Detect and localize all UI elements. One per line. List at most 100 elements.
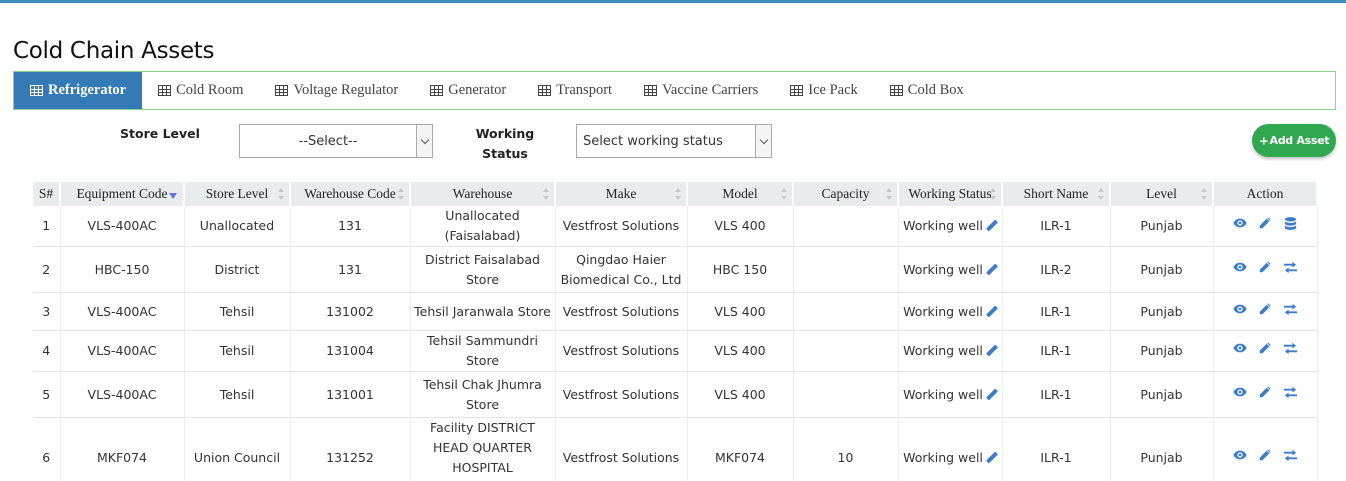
edit-status-pencil-icon[interactable] <box>985 264 997 276</box>
edit-pencil-icon[interactable] <box>1258 341 1272 355</box>
transfer-icon[interactable] <box>1283 448 1298 462</box>
transfer-icon[interactable] <box>1283 341 1298 355</box>
cell-equipment-code: HBC-150 <box>60 246 185 293</box>
col-header-warehouse-code[interactable]: Warehouse Code <box>290 182 411 206</box>
working-status-select[interactable]: Select working status <box>576 124 772 158</box>
col-header-store-level[interactable]: Store Level <box>184 182 291 206</box>
cell-store-level: Tehsil <box>184 292 291 331</box>
col-header-level[interactable]: Level <box>1110 182 1214 206</box>
tab-cold-box[interactable]: Cold Box <box>874 72 980 109</box>
row-actions <box>1233 260 1298 274</box>
working-status: Working well <box>903 260 997 280</box>
cell-equipment-code: VLS-400AC <box>60 206 185 247</box>
edit-pencil-icon[interactable] <box>1258 302 1272 316</box>
view-eye-icon[interactable] <box>1233 341 1247 355</box>
edit-pencil-icon[interactable] <box>1258 448 1272 462</box>
col-header-model[interactable]: Model <box>687 182 794 206</box>
cell-make: Vestfrost Solutions <box>555 371 688 418</box>
table-icon <box>644 85 658 96</box>
edit-pencil-icon[interactable] <box>1258 385 1272 399</box>
table-row[interactable]: 5 VLS-400AC Tehsil 131001 Tehsil Chak Jhumra… <box>33 371 1318 418</box>
cell-capacity <box>793 330 899 372</box>
header-label: Equipment Code <box>76 186 168 201</box>
col-header-warehouse[interactable]: Warehouse <box>410 182 556 206</box>
header-label: Store Level <box>205 186 269 201</box>
cell-working-status: Working well <box>898 246 1003 293</box>
cell-capacity <box>793 206 899 247</box>
working-status-text: Working well <box>903 450 983 465</box>
edit-pencil-icon[interactable] <box>1258 260 1272 274</box>
edit-status-pencil-icon[interactable] <box>985 220 997 232</box>
cell-action <box>1213 371 1318 418</box>
table-row[interactable]: 4 VLS-400AC Tehsil 131004 Tehsil Sammundri S… <box>33 330 1318 372</box>
cell-store-level: Union Council <box>184 417 291 481</box>
cell-action <box>1213 330 1318 372</box>
store-level-select[interactable]: --Select-- <box>239 124 433 158</box>
cell-action <box>1213 246 1318 293</box>
edit-status-pencil-icon[interactable] <box>985 389 997 401</box>
view-eye-icon[interactable] <box>1233 448 1247 462</box>
database-icon[interactable] <box>1283 216 1297 230</box>
edit-status-pencil-icon[interactable] <box>985 306 997 318</box>
tab-cold-room[interactable]: Cold Room <box>142 72 259 109</box>
tab-refrigerator[interactable]: Refrigerator <box>14 72 143 109</box>
cell-warehouse-code: 131004 <box>290 330 411 372</box>
col-header-short-name[interactable]: Short Name <box>1002 182 1111 206</box>
col-header-capacity[interactable]: Capacity <box>793 182 899 206</box>
table-row[interactable]: 3 VLS-400AC Tehsil 131002 Tehsil Jaranwala S… <box>33 292 1318 331</box>
asset-tabs: Refrigerator Cold Room Voltage Regulator… <box>13 71 1336 110</box>
table-row[interactable]: 2 HBC-150 District 131 District Faisalabad S… <box>33 246 1318 293</box>
table-icon <box>158 85 172 96</box>
tab-ice-pack[interactable]: Ice Pack <box>774 72 874 109</box>
edit-pencil-icon[interactable] <box>1258 216 1272 230</box>
sort-icon <box>990 188 996 200</box>
cell-action <box>1213 417 1318 481</box>
cell-capacity <box>793 371 899 418</box>
tab-vaccine-carriers[interactable]: Vaccine Carriers <box>628 72 774 109</box>
cell-make: Vestfrost Solutions <box>555 330 688 372</box>
transfer-icon[interactable] <box>1283 260 1298 274</box>
edit-status-pencil-icon[interactable] <box>985 452 997 464</box>
transfer-icon[interactable] <box>1283 385 1298 399</box>
cell-level: Punjab <box>1110 417 1214 481</box>
col-header-working-status[interactable]: Working Status <box>898 182 1003 206</box>
header-label: S# <box>38 186 54 201</box>
header-label: Make <box>605 186 637 201</box>
cell-store-level: Unallocated <box>184 206 291 247</box>
cell-sn: 5 <box>33 371 61 418</box>
sort-icon <box>675 188 681 200</box>
working-status-text: Working well <box>903 303 983 319</box>
table-icon <box>30 85 43 96</box>
cell-working-status: Working well <box>898 417 1003 481</box>
cell-model: HBC 150 <box>687 246 794 293</box>
cell-warehouse-code: 131001 <box>290 371 411 418</box>
view-eye-icon[interactable] <box>1233 302 1247 316</box>
col-header-make[interactable]: Make <box>555 182 688 206</box>
table-icon <box>275 85 289 96</box>
table-row[interactable]: 6 MKF074 Union Council 131252 Facility DISTR… <box>33 417 1318 481</box>
working-status: Working well <box>903 302 997 322</box>
col-header-equipment-code[interactable]: Equipment Code <box>60 182 185 206</box>
view-eye-icon[interactable] <box>1233 385 1247 399</box>
cell-store-level: Tehsil <box>184 371 291 418</box>
working-status-label-line1: Working <box>475 126 535 141</box>
cell-short-name: ILR-2 <box>1002 246 1111 293</box>
table-row[interactable]: 1 VLS-400AC Unallocated 131 Unallocated (Fai… <box>33 206 1318 247</box>
view-eye-icon[interactable] <box>1233 260 1247 274</box>
cell-warehouse-code: 131002 <box>290 292 411 331</box>
cell-model: VLS 400 <box>687 371 794 418</box>
row-actions <box>1233 448 1298 462</box>
tab-voltage-regulator[interactable]: Voltage Regulator <box>259 72 414 109</box>
table-body: 1 VLS-400AC Unallocated 131 Unallocated (Fai… <box>33 206 1318 481</box>
tab-transport[interactable]: Transport <box>522 72 628 109</box>
edit-status-pencil-icon[interactable] <box>985 345 997 357</box>
tab-generator[interactable]: Generator <box>414 72 522 109</box>
cell-make: Qingdao Haier Biomedical Co., Ltd <box>555 246 688 293</box>
view-eye-icon[interactable] <box>1233 216 1247 230</box>
top-accent-bar <box>0 0 1346 3</box>
transfer-icon[interactable] <box>1283 302 1298 316</box>
cell-equipment-code: VLS-400AC <box>60 292 185 331</box>
col-header-sn[interactable]: S# <box>33 182 61 206</box>
cell-sn: 6 <box>33 417 61 481</box>
add-asset-button[interactable]: + Add Asset <box>1252 124 1336 157</box>
